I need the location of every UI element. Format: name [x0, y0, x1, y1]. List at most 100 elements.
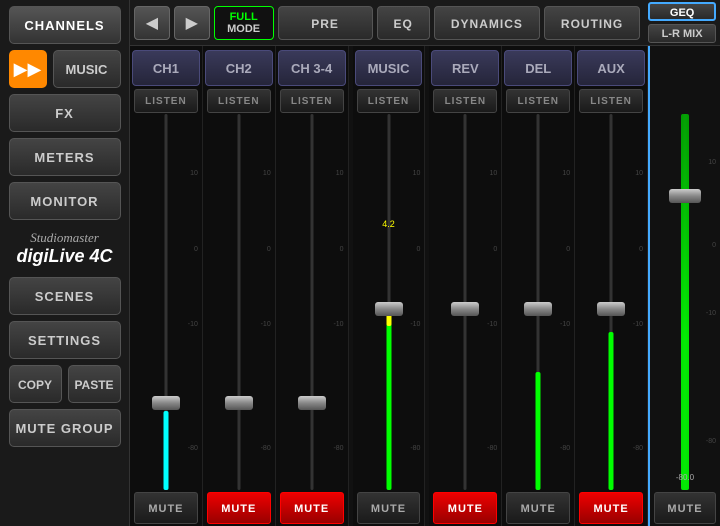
fader-handle-2[interactable]: [298, 396, 326, 410]
channel-header-5[interactable]: DEL: [504, 50, 572, 86]
mute-button-1[interactable]: MUTE: [207, 492, 271, 524]
fader-handle-0[interactable]: [152, 396, 180, 410]
dynamics-button[interactable]: DYNAMICS: [434, 6, 540, 40]
geq-fader-handle[interactable]: [669, 189, 701, 203]
scale-mark: 10: [413, 170, 421, 177]
scenes-button[interactable]: SCENES: [9, 277, 121, 315]
channel-strip-1: CH2LISTEN100-10-80MUTE: [203, 46, 276, 526]
channels-button[interactable]: CHANNELS: [9, 6, 121, 44]
scale-mark: 0: [493, 246, 497, 253]
channel-strip-0: CH1LISTEN100-10-80MUTE: [130, 46, 203, 526]
sidebar: CHANNELS ▶▶ MUSIC FX METERS MONITOR Stud…: [0, 0, 130, 526]
scale-mark: -80: [188, 445, 198, 452]
fx-button[interactable]: FX: [9, 94, 121, 132]
channel-strip-3: MUSICLISTEN100-10-804.2MUTE: [353, 46, 426, 526]
level-bar-3: [386, 319, 391, 490]
copy-button[interactable]: COPY: [9, 365, 62, 403]
mute-button-4[interactable]: MUTE: [433, 492, 497, 524]
channels-area: CH1 LISTEN 10 0 -10 -80 MUTE CH2 LISTEN 10 0 -10 -80…: [130, 46, 720, 526]
scale-mark: -10: [261, 321, 271, 328]
fader-handle-1[interactable]: [225, 396, 253, 410]
geq-mute-button[interactable]: MUTE: [654, 492, 716, 524]
logo-area: Studiomaster digiLive 4C: [16, 230, 112, 267]
mute-button-3[interactable]: MUTE: [357, 492, 421, 524]
scale-mark: -80: [633, 445, 643, 452]
next-button[interactable]: ▶: [174, 6, 210, 40]
scale-mark: 10: [336, 170, 344, 177]
channel-header-2[interactable]: CH 3-4: [278, 50, 346, 86]
paste-button[interactable]: PASTE: [68, 365, 121, 403]
mute-group-button[interactable]: MUTE GROUP: [9, 409, 121, 447]
prev-button[interactable]: ◀: [134, 6, 170, 40]
logo-studiomaster: Studiomaster: [16, 230, 112, 246]
scale-mark: 10: [263, 170, 271, 177]
scale-mark: -80: [487, 445, 497, 452]
scale-mark: 10: [490, 170, 498, 177]
mute-button-2[interactable]: MUTE: [280, 492, 344, 524]
scale-mark: 0: [639, 246, 643, 253]
full-label: FULL: [230, 11, 258, 23]
fader-area-6: 100-10-80: [577, 114, 645, 490]
level-bar-5: [536, 372, 541, 490]
right-tabs: GEQ L-R MIX: [648, 0, 716, 45]
scale-mark: -10: [333, 321, 343, 328]
fader-area-3: 100-10-804.2: [355, 114, 423, 490]
scale-mark: 0: [566, 246, 570, 253]
fader-handle-4[interactable]: [451, 302, 479, 316]
mute-button-0[interactable]: MUTE: [134, 492, 198, 524]
fader-area-4: 10 0 -10 -80: [431, 114, 499, 490]
listen-button-4[interactable]: LISTEN: [433, 89, 497, 113]
meters-button[interactable]: METERS: [9, 138, 121, 176]
preamp-button[interactable]: PRE AMP: [278, 6, 373, 40]
listen-button-5[interactable]: LISTEN: [506, 89, 570, 113]
fader-area-1: 100-10-80: [205, 114, 273, 490]
listen-button-6[interactable]: LISTEN: [579, 89, 643, 113]
channel-strip-2: CH 3-4LISTEN100-10-80MUTE: [276, 46, 349, 526]
mute-button-6[interactable]: MUTE: [579, 492, 643, 524]
geq-level-value: -80.0: [676, 473, 694, 482]
fader-handle-3[interactable]: [375, 302, 403, 316]
fader-area-2: 100-10-80: [278, 114, 346, 490]
channel-header-4[interactable]: REV: [431, 50, 499, 86]
scale-mark: 0: [417, 246, 421, 253]
settings-button[interactable]: SETTINGS: [9, 321, 121, 359]
listen-button-0[interactable]: LISTEN: [134, 89, 198, 113]
listen-button-3[interactable]: LISTEN: [357, 89, 421, 113]
full-mode-button[interactable]: FULL MODE: [214, 6, 274, 40]
scale-mark: 0: [267, 246, 271, 253]
lrmix-tab[interactable]: L-R MIX: [648, 24, 716, 43]
channel-strip-4: REV LISTEN 10 0 -10 -80 MUTE: [429, 46, 502, 526]
scale-mark: -10: [188, 321, 198, 328]
channel-strip-5: DEL LISTEN 10 0 -10 -80 MUTE: [502, 46, 575, 526]
eq-button[interactable]: EQ: [377, 6, 430, 40]
scale-mark: 0: [194, 246, 198, 253]
scale-mark: -10: [487, 321, 497, 328]
listen-button-2[interactable]: LISTEN: [280, 89, 344, 113]
monitor-button[interactable]: MONITOR: [9, 182, 121, 220]
fader-handle-6[interactable]: [597, 302, 625, 316]
channel-header-1[interactable]: CH2: [205, 50, 273, 86]
channel-header-3[interactable]: MUSIC: [355, 50, 423, 86]
fader-area-5: 10 0 -10 -80: [504, 114, 572, 490]
scale-mark: 0: [340, 246, 344, 253]
scale-mark: -10: [560, 321, 570, 328]
play-icon: ▶▶: [14, 59, 42, 80]
routing-button[interactable]: ROUTING: [544, 6, 640, 40]
level-bar-6: [609, 332, 614, 490]
music-row: ▶▶ MUSIC: [9, 50, 121, 88]
scale-mark: -80: [410, 445, 420, 452]
channel-header-0[interactable]: CH1: [132, 50, 200, 86]
geq-tab[interactable]: GEQ: [648, 2, 716, 21]
channel-header-6[interactable]: AUX: [577, 50, 645, 86]
scale-mark: -10: [633, 321, 643, 328]
top-bar: ◀ ▶ FULL MODE PRE AMP EQ DYNAMICS ROUTIN…: [130, 0, 720, 46]
play-button[interactable]: ▶▶: [9, 50, 47, 88]
scale-mark: -80: [560, 445, 570, 452]
level-bar-0: [163, 411, 168, 490]
music-button[interactable]: MUSIC: [53, 50, 121, 88]
listen-button-1[interactable]: LISTEN: [207, 89, 271, 113]
fader-handle-5[interactable]: [524, 302, 552, 316]
mute-button-5[interactable]: MUTE: [506, 492, 570, 524]
scale-mark: 10: [562, 170, 570, 177]
main-content: ◀ ▶ FULL MODE PRE AMP EQ DYNAMICS ROUTIN…: [130, 0, 720, 526]
